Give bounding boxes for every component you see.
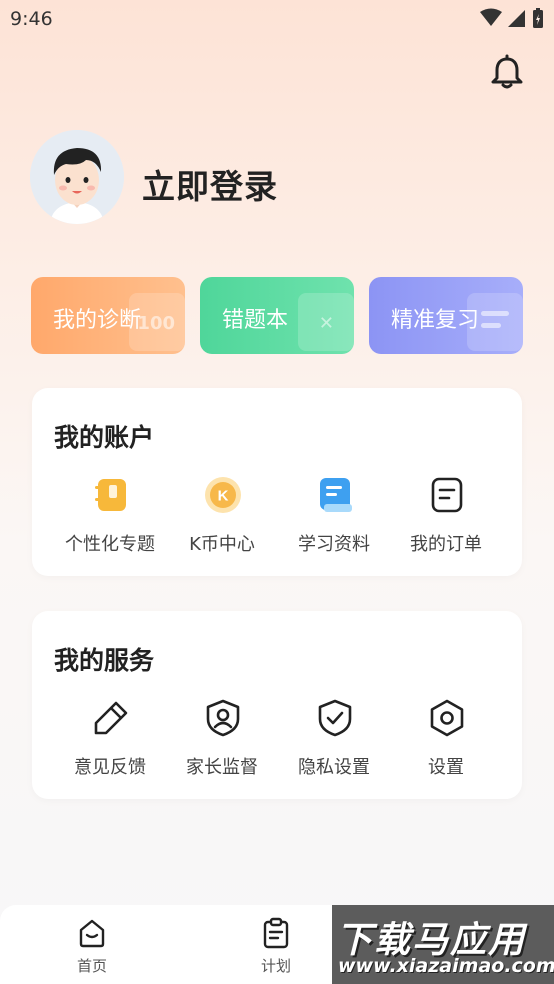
watermark-url: www.xiazaimao.com (338, 955, 554, 977)
account-item-topics-label: 个性化专题 (65, 534, 155, 555)
services-card-title: 我的服务 (54, 646, 155, 675)
user-shield-icon (206, 699, 240, 737)
account-card-title: 我的账户 (54, 423, 155, 452)
nav-item-plan-label: 计划 (260, 957, 291, 975)
check-shield-icon (318, 699, 352, 737)
wrong-questions-card-label: 错题本 (222, 308, 289, 333)
watermark-logo: 下载马应用 www.xiazaimao.com (332, 905, 554, 984)
login-link[interactable]: 立即登录 (142, 160, 278, 208)
home-icon (79, 919, 105, 948)
document-icon (320, 478, 352, 512)
account-item-orders-label: 我的订单 (410, 534, 482, 555)
avatar[interactable] (30, 130, 124, 224)
battery-icon (533, 8, 543, 28)
wrong-mark-text: ✕ (318, 313, 334, 334)
precise-review-card-label: 精准复习 (391, 308, 480, 333)
status-bar: 9:46 (0, 0, 554, 38)
notification-bell-icon[interactable] (488, 54, 526, 92)
score-sheet-text: 100 (137, 313, 175, 334)
service-item-parental-label: 家长监督 (186, 757, 258, 778)
notebook-icon (95, 479, 126, 511)
svg-text:K: K (218, 488, 229, 505)
service-item-feedback[interactable]: 意见反馈 (54, 699, 166, 789)
order-icon (431, 477, 463, 513)
service-item-parental[interactable]: 家长监督 (166, 699, 278, 789)
account-item-orders[interactable]: 我的订单 (390, 476, 502, 566)
nav-item-home-label: 首页 (76, 957, 107, 975)
diagnosis-card[interactable]: 我的诊断 100 (31, 277, 185, 354)
diagnosis-card-label: 我的诊断 (53, 308, 142, 333)
service-item-settings[interactable]: 设置 (390, 699, 502, 789)
k-coin-icon: K (205, 477, 241, 513)
service-item-feedback-label: 意见反馈 (74, 757, 146, 778)
service-item-privacy-label: 隐私设置 (298, 757, 370, 778)
review-list-icon (467, 293, 523, 351)
service-item-settings-label: 设置 (428, 757, 464, 778)
wrong-questions-card[interactable]: 错题本 ✕ (200, 277, 354, 354)
nav-item-home[interactable]: 首页 (52, 917, 132, 977)
hexagon-settings-icon (430, 699, 464, 737)
pencil-icon (94, 701, 128, 735)
account-item-materials[interactable]: 学习资料 (278, 476, 390, 566)
status-icons (480, 7, 544, 29)
clipboard-icon (263, 917, 289, 949)
precise-review-card[interactable]: 精准复习 (369, 277, 523, 354)
nav-item-plan[interactable]: 计划 (236, 917, 316, 977)
wifi-icon (480, 8, 502, 26)
account-item-kcoin-label: K币中心 (189, 534, 255, 555)
account-item-kcoin[interactable]: K K币中心 (166, 476, 278, 566)
services-card: 我的服务 意见反馈 家长监督 隐私设置 设置 (32, 611, 522, 799)
signal-icon (508, 10, 525, 27)
account-item-topics[interactable]: 个性化专题 (54, 476, 166, 566)
status-time: 9:46 (10, 8, 53, 30)
service-item-privacy[interactable]: 隐私设置 (278, 699, 390, 789)
account-item-materials-label: 学习资料 (298, 534, 370, 555)
account-card: 我的账户 个性化专题 K K币中心 学习资料 我的订单 (32, 388, 522, 576)
